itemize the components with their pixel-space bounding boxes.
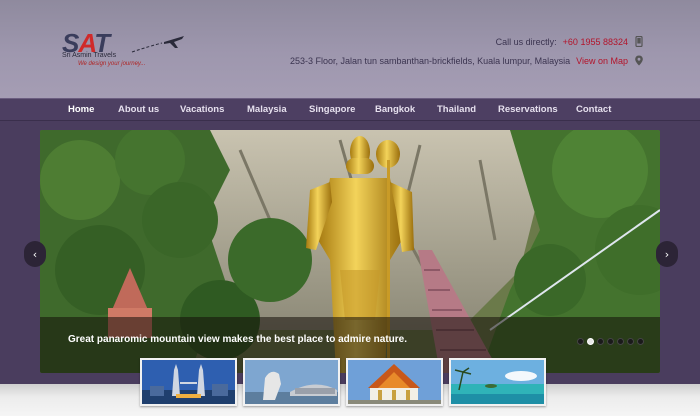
site-header: SAT Sri Asmin Travels We design your jou… xyxy=(0,0,700,98)
thai-temple-image xyxy=(348,360,441,404)
main-nav: Home About us Vacations Malaysia Singapo… xyxy=(0,98,700,121)
nav-contact[interactable]: Contact xyxy=(576,104,611,115)
prev-slide-button[interactable]: ‹ xyxy=(24,241,46,267)
address-text: 253-3 Floor, Jalan tun sambanthan-brickf… xyxy=(289,55,571,66)
contact-address-line: 253-3 Floor, Jalan tun sambanthan-brickf… xyxy=(290,55,644,66)
logo-tagline: We design your journey... xyxy=(78,61,146,67)
slide-caption: Great panaromic mountain view makes the … xyxy=(68,334,407,345)
slide-dot[interactable] xyxy=(637,338,644,345)
petronas-towers-image xyxy=(142,360,235,404)
nav-vacations[interactable]: Vacations xyxy=(180,104,224,115)
nav-singapore[interactable]: Singapore xyxy=(309,104,355,115)
slide-dot[interactable] xyxy=(577,338,584,345)
phone-icon xyxy=(635,36,643,47)
slide-dot[interactable] xyxy=(617,338,624,345)
chevron-right-icon: › xyxy=(664,247,670,261)
call-label: Call us directly: xyxy=(495,36,557,47)
nav-home[interactable]: Home xyxy=(68,104,94,115)
thumbnail-petronas-towers[interactable] xyxy=(140,358,237,406)
slide-dot[interactable] xyxy=(607,338,614,345)
nav-bangkok[interactable]: Bangkok xyxy=(375,104,415,115)
merlion-image xyxy=(245,360,338,404)
next-slide-button[interactable]: › xyxy=(656,241,678,267)
thumbnail-merlion[interactable] xyxy=(243,358,340,406)
thumbnail-thai-temple[interactable] xyxy=(346,358,443,406)
slide-dot[interactable] xyxy=(597,338,604,345)
map-pin-icon xyxy=(635,55,643,66)
thumbnail-beach[interactable] xyxy=(449,358,546,406)
chevron-left-icon: ‹ xyxy=(32,247,38,261)
nav-malaysia[interactable]: Malaysia xyxy=(247,104,287,115)
beach-image xyxy=(451,360,544,404)
airplane-icon xyxy=(131,36,184,53)
slide-dot-active[interactable] xyxy=(587,338,594,345)
logo[interactable]: SAT Sri Asmin Travels We design your jou… xyxy=(60,28,210,72)
nav-thailand[interactable]: Thailand xyxy=(437,104,476,115)
view-on-map-link[interactable]: View on Map xyxy=(576,56,628,66)
logo-name: Sri Asmin Travels xyxy=(62,52,117,59)
contact-phone-line: Call us directly: +60 1955 88324 xyxy=(496,36,644,47)
nav-reservations[interactable]: Reservations xyxy=(498,104,558,115)
slide-pagination xyxy=(577,338,644,345)
nav-about-us[interactable]: About us xyxy=(118,104,159,115)
hero-slider: Great panaromic mountain view makes the … xyxy=(40,130,660,373)
phone-number[interactable]: +60 1955 88324 xyxy=(563,37,628,47)
slide-dot[interactable] xyxy=(627,338,634,345)
